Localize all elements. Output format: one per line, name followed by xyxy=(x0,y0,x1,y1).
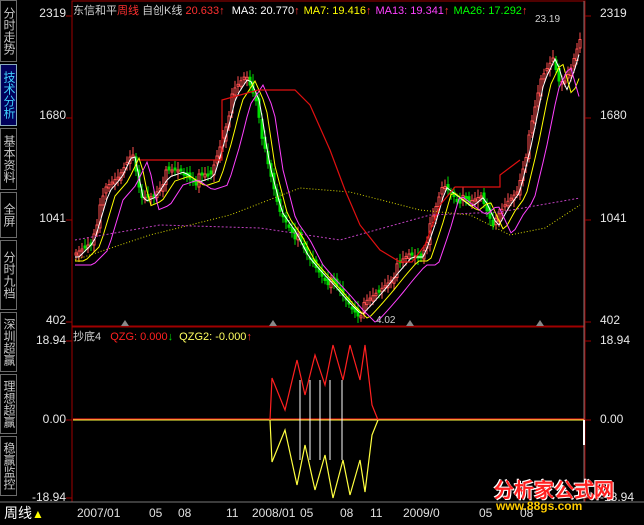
candle-body xyxy=(563,80,567,84)
candle-body xyxy=(368,297,372,301)
candle-body xyxy=(323,277,327,281)
candle-body xyxy=(80,248,84,252)
candle-body xyxy=(233,87,237,96)
candle-body xyxy=(170,169,174,173)
period-selector-label: 周线 xyxy=(4,505,32,521)
candle-body xyxy=(287,224,291,228)
candle-body xyxy=(176,169,180,173)
candle-body xyxy=(464,195,468,200)
candle-body xyxy=(479,195,483,199)
candle-body xyxy=(407,253,411,259)
candle-body xyxy=(440,187,444,195)
candle-body xyxy=(542,73,546,80)
candle-body xyxy=(503,204,507,208)
candle-body xyxy=(506,200,510,207)
period-marker-icon xyxy=(406,320,414,326)
max-price-label: 23.19 xyxy=(535,14,561,25)
candle-body xyxy=(74,252,78,256)
period-marker-icon xyxy=(269,320,277,326)
candle-body xyxy=(242,76,246,81)
candle-body xyxy=(530,120,534,134)
candle-body xyxy=(377,289,381,293)
x-label: 2008/01 xyxy=(252,506,296,520)
x-label: 11 xyxy=(370,506,383,520)
candle-body xyxy=(104,186,108,194)
candle-body xyxy=(578,39,582,49)
candle-body xyxy=(350,306,354,310)
period-marker-icon xyxy=(121,320,129,326)
candle-body xyxy=(101,195,105,206)
candle-body xyxy=(116,176,120,180)
kline-chart[interactable] xyxy=(0,0,644,525)
candle-body xyxy=(179,168,183,172)
candle-body xyxy=(359,315,363,319)
candle-body xyxy=(203,173,207,178)
x-label: 05 xyxy=(479,506,493,520)
candle-body xyxy=(239,80,243,87)
candle-body xyxy=(131,154,135,158)
candle-body xyxy=(209,170,213,175)
period-marker-icon xyxy=(536,320,544,326)
x-label: 08 xyxy=(340,506,354,520)
x-label: 05 xyxy=(149,506,163,520)
candle-body xyxy=(536,92,540,107)
candle-body xyxy=(365,299,369,306)
qzg-line xyxy=(269,344,379,421)
watermark-url: www.88gs.com xyxy=(496,499,583,513)
candle-body xyxy=(533,106,537,124)
x-label: 05 xyxy=(300,506,314,520)
candle-body xyxy=(200,172,204,176)
candle-body xyxy=(515,191,519,195)
x-label: 08 xyxy=(178,506,192,520)
stock-chart-window: 分时走势 技术分析 基本资料 全屏 分时九档 深圳超赢 理想超赢 稳赢监控 东信和平周线 自创… xyxy=(0,0,644,525)
candle-body xyxy=(458,199,462,204)
candle-body xyxy=(545,68,549,72)
min-price-label: 4.02 xyxy=(376,315,396,326)
candle-body xyxy=(113,179,117,185)
signal-red-line xyxy=(140,89,521,263)
candle-body xyxy=(83,245,87,249)
candle-body xyxy=(110,181,114,185)
qzg2-line xyxy=(269,419,379,499)
candle-body xyxy=(206,173,210,177)
period-triangle-icon: ▲ xyxy=(32,507,44,521)
candle-body xyxy=(236,83,240,87)
candle-body xyxy=(443,186,447,190)
candle-body xyxy=(410,252,414,256)
candle-body xyxy=(77,250,81,257)
candle-body xyxy=(566,74,570,79)
period-selector[interactable]: 周线▲ xyxy=(4,503,44,523)
candle-body xyxy=(473,198,477,202)
candle-body xyxy=(491,219,495,227)
candle-body xyxy=(572,58,576,67)
x-label: 11 xyxy=(226,506,239,520)
candle-body xyxy=(404,255,408,259)
candle-body xyxy=(173,167,177,171)
x-label: 2009/0 xyxy=(403,506,440,520)
candle-body xyxy=(167,166,171,171)
candle-body xyxy=(509,197,513,201)
candle-body xyxy=(455,198,459,202)
candle-body xyxy=(374,292,378,297)
candle-body xyxy=(326,278,330,286)
x-label: 2007/01 xyxy=(77,506,121,520)
candle-body xyxy=(371,295,375,302)
candle-body xyxy=(107,184,111,189)
candle-body xyxy=(383,285,387,289)
